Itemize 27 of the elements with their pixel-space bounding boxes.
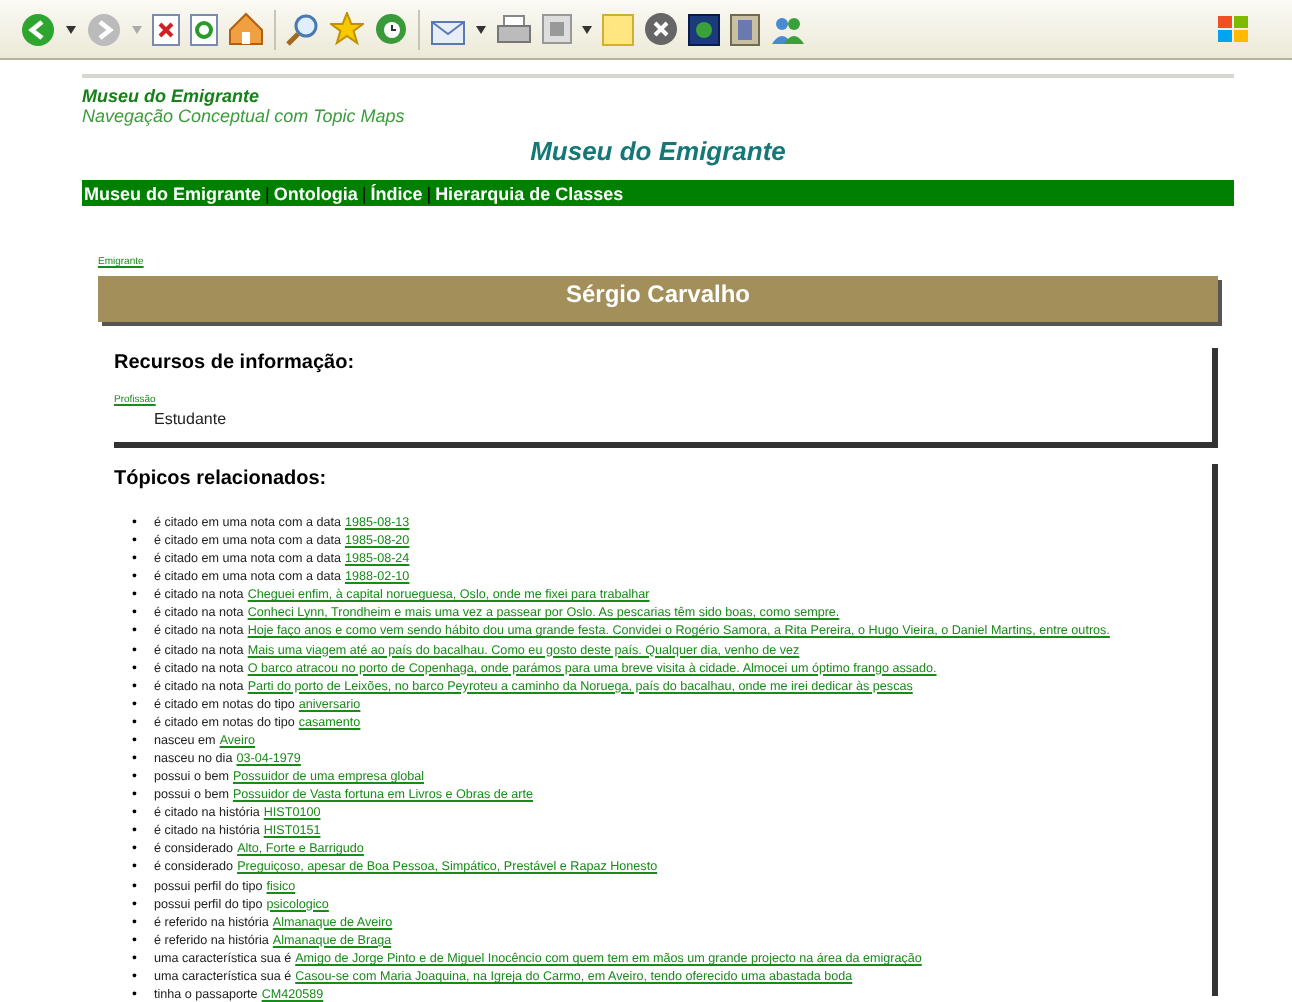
section-heading: Tópicos relacionados: bbox=[114, 466, 329, 490]
close-icon[interactable] bbox=[644, 12, 678, 46]
caret-icon[interactable] bbox=[476, 25, 486, 33]
print-icon[interactable] bbox=[496, 13, 532, 45]
nav-separator: | bbox=[424, 183, 434, 203]
topic-title: Sérgio Carvalho bbox=[98, 276, 1218, 322]
nav-separator: | bbox=[263, 183, 272, 203]
resource-value: Estudante bbox=[154, 410, 229, 428]
search-icon[interactable] bbox=[286, 12, 320, 46]
caret-icon[interactable] bbox=[66, 25, 76, 33]
history-icon[interactable] bbox=[374, 12, 408, 46]
nav-link[interactable]: Hierarquia de Classes bbox=[435, 183, 624, 203]
windows-logo-icon bbox=[1216, 13, 1252, 45]
people-icon[interactable] bbox=[770, 13, 806, 45]
site-title: Museu do Emigrante bbox=[82, 86, 262, 106]
site-subtitle: Navegação Conceptual com Topic Maps bbox=[82, 106, 407, 126]
nav-link[interactable]: Ontologia bbox=[273, 183, 358, 203]
caret-icon[interactable] bbox=[582, 25, 592, 33]
nav-link[interactable]: Museu do Emigrante bbox=[84, 183, 262, 203]
nav-link[interactable]: Índice bbox=[370, 183, 423, 203]
home-icon[interactable] bbox=[228, 12, 264, 46]
back-icon[interactable] bbox=[20, 11, 56, 47]
star-icon[interactable] bbox=[330, 12, 364, 46]
section-heading: Recursos de informação: bbox=[114, 350, 357, 374]
nav-separator: | bbox=[359, 183, 369, 203]
stop-icon[interactable] bbox=[152, 13, 180, 45]
page-title: Museu do Emigrante bbox=[528, 136, 788, 166]
